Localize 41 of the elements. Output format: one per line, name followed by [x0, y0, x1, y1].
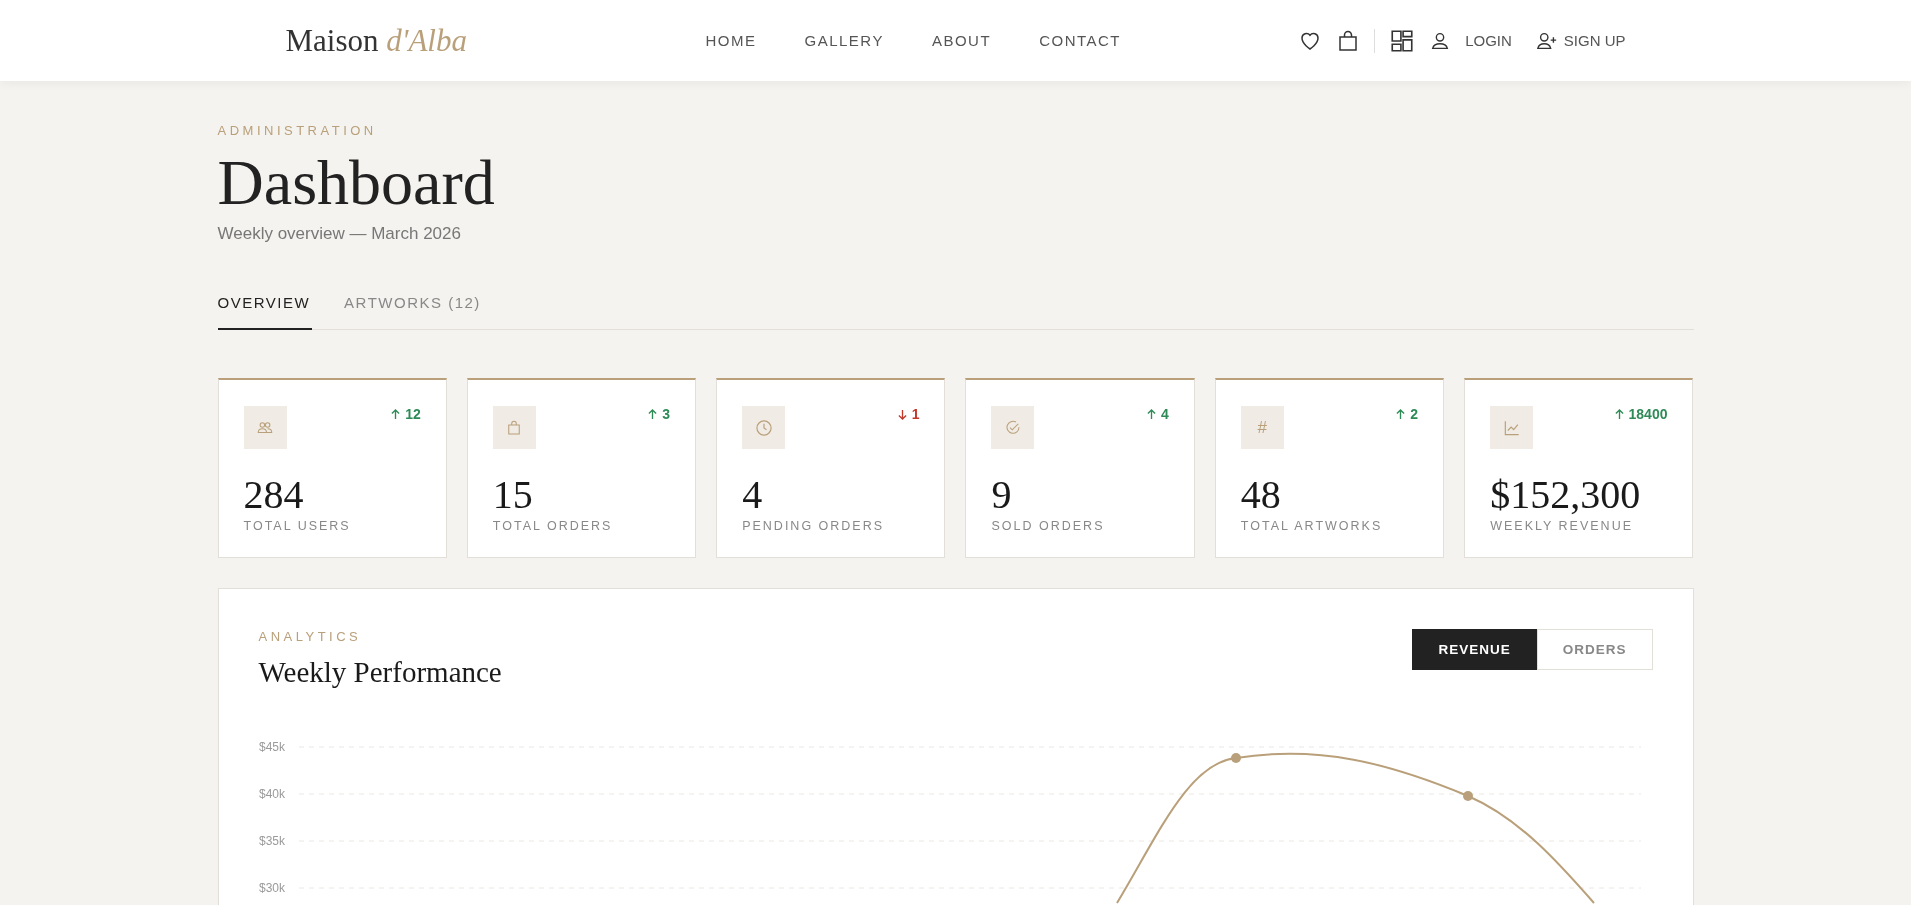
- page-subtitle: Weekly overview — March 2026: [217, 224, 462, 245]
- clock-icon: [753, 417, 774, 438]
- tab[interactable]: OVERVIEW: [217, 294, 313, 331]
- hash-symbol: #: [1257, 417, 1268, 438]
- grid-icon[interactable]: [1389, 27, 1416, 54]
- axis-tick-label: $45k: [258, 740, 285, 755]
- page-title: Dashboard: [217, 148, 496, 219]
- stat-value: 48: [1240, 475, 1282, 516]
- panel-title: Weekly Performance: [258, 656, 502, 690]
- stat-value: $152,300: [1490, 475, 1642, 516]
- login-link[interactable]: LOGIN: [1465, 32, 1512, 49]
- trend-indicator: 2: [1396, 406, 1419, 423]
- toggle-button[interactable]: ORDERS: [1536, 629, 1653, 671]
- nav-link[interactable]: ABOUT: [931, 32, 992, 49]
- stat-label: PENDING ORDERS: [742, 519, 886, 534]
- axis-tick-label: $30k: [258, 881, 285, 896]
- nav-link[interactable]: CONTACT: [1039, 32, 1121, 49]
- stat-value: 9: [991, 475, 1013, 516]
- stat-label: WEEKLY REVENUE: [1490, 519, 1634, 534]
- stat-value: 15: [492, 475, 534, 516]
- trend-indicator: 4: [1147, 406, 1169, 423]
- check-circle-icon: [1004, 418, 1022, 437]
- trend-indicator: 3: [648, 406, 671, 423]
- stat-label: TOTAL ORDERS: [492, 519, 614, 534]
- axis-tick-label: $40k: [258, 787, 285, 802]
- stat-value: 284: [243, 475, 305, 516]
- section-eyebrow: ADMINISTRATION: [217, 123, 378, 138]
- trend-indicator: 12: [391, 406, 421, 423]
- toggle-button[interactable]: REVENUE: [1412, 629, 1537, 671]
- trend-indicator: 18400: [1614, 406, 1668, 423]
- section-eyebrow: ANALYTICS: [258, 629, 363, 645]
- trend-indicator: 1: [897, 406, 920, 423]
- axis-tick-label: $35k: [258, 834, 285, 849]
- stat-value: 4: [742, 475, 764, 516]
- sign-up-link[interactable]: SIGN UP: [1535, 29, 1626, 52]
- nav-link[interactable]: HOME: [705, 32, 757, 49]
- nav-link[interactable]: GALLERY: [804, 32, 884, 49]
- stat-label: TOTAL ARTWORKS: [1240, 519, 1384, 534]
- stat-label: SOLD ORDERS: [991, 519, 1106, 534]
- stat-label: TOTAL USERS: [243, 519, 352, 534]
- logo[interactable]: Maison d'Alba: [285, 22, 706, 59]
